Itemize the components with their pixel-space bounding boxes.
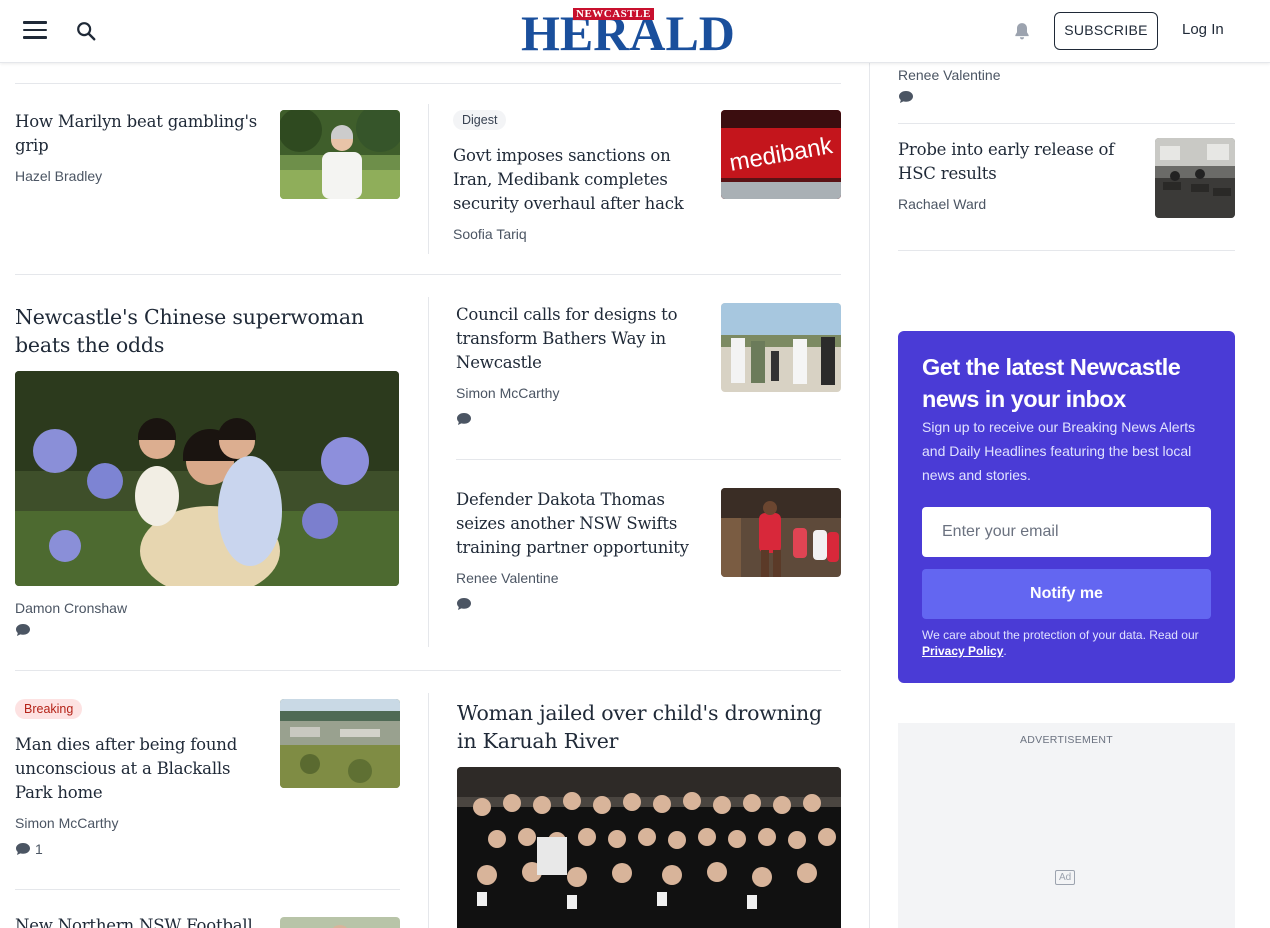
article-headline[interactable]: Govt imposes sanctions on Iran, Medibank… xyxy=(453,144,698,216)
article-image[interactable] xyxy=(280,699,400,788)
advertisement[interactable]: ADVERTISEMENT Ad xyxy=(898,723,1235,928)
divider xyxy=(428,104,429,254)
divider xyxy=(428,693,429,928)
logo-top-text: NEWCASTLE xyxy=(573,8,654,20)
article-headline[interactable]: How Marilyn beat gambling's grip xyxy=(15,110,265,158)
privacy-notice: We care about the protection of your dat… xyxy=(922,627,1212,659)
article-image[interactable] xyxy=(721,488,841,577)
divider xyxy=(15,83,841,84)
article-byline: Soofia Tariq xyxy=(453,226,527,242)
article-byline: Renee Valentine xyxy=(456,570,559,586)
article-headline[interactable]: Probe into early release of HSC results xyxy=(898,138,1138,186)
article-byline: Damon Cronshaw xyxy=(15,600,128,616)
newsletter-title: Get the latest Newcastle news in your in… xyxy=(922,354,1181,412)
divider xyxy=(428,297,429,647)
divider xyxy=(869,63,870,928)
newsletter-signup: Get the latest Newcastle news in your in… xyxy=(898,331,1235,683)
article-image[interactable] xyxy=(280,917,400,928)
comment-icon[interactable] xyxy=(15,623,31,637)
article-headline[interactable]: Man dies after being found unconscious a… xyxy=(15,733,260,805)
ad-badge: Ad xyxy=(1055,870,1076,885)
article-byline: Simon McCarthy xyxy=(456,385,560,401)
article-headline[interactable]: Council calls for designs to transform B… xyxy=(456,303,701,375)
article-byline: Renee Valentine xyxy=(898,67,1001,83)
breaking-tag: Breaking xyxy=(15,699,83,719)
article-image[interactable]: medibank xyxy=(721,110,841,199)
article-card[interactable]: Govt imposes sanctions on Iran, Medibank… xyxy=(453,144,698,242)
divider xyxy=(456,459,841,460)
notify-me-button[interactable]: Notify me xyxy=(922,569,1211,619)
digest-tag: Digest xyxy=(453,110,507,130)
divider xyxy=(898,123,1235,124)
article-byline: Simon McCarthy xyxy=(15,815,119,831)
subscribe-button[interactable]: SUBSCRIBE xyxy=(1054,12,1158,50)
article-headline[interactable]: New Northern NSW Football xyxy=(15,914,260,928)
article-image[interactable] xyxy=(280,110,400,199)
article-image[interactable] xyxy=(15,371,399,586)
comment-icon[interactable] xyxy=(898,90,914,104)
article-card[interactable]: Woman jailed over child's drowning in Ka… xyxy=(457,699,841,755)
site-logo[interactable]: HERALD NEWCASTLE xyxy=(521,6,735,58)
article-card[interactable]: How Marilyn beat gambling's grip Hazel B… xyxy=(15,110,265,184)
article-headline[interactable]: Newcastle's Chinese superwoman beats the… xyxy=(15,303,399,359)
article-card[interactable]: New Northern NSW Football xyxy=(15,914,260,928)
comment-count[interactable]: 1 xyxy=(35,841,43,857)
privacy-end: . xyxy=(1003,644,1007,658)
privacy-policy-link[interactable]: Privacy Policy xyxy=(922,644,1003,658)
menu-icon[interactable] xyxy=(23,21,47,39)
bell-icon[interactable] xyxy=(1012,21,1032,41)
privacy-text: We care about the protection of your dat… xyxy=(922,628,1199,642)
login-link[interactable]: Log In xyxy=(1182,21,1224,38)
divider xyxy=(15,274,841,275)
divider xyxy=(15,670,841,671)
comment-icon[interactable] xyxy=(456,597,472,611)
comment-icon[interactable] xyxy=(15,842,31,856)
comment-icon[interactable] xyxy=(456,412,472,426)
article-image[interactable] xyxy=(1155,138,1235,218)
article-card[interactable]: Man dies after being found unconscious a… xyxy=(15,733,260,831)
article-card[interactable]: Newcastle's Chinese superwoman beats the… xyxy=(15,303,399,359)
article-card[interactable]: Defender Dakota Thomas seizes another NS… xyxy=(456,488,701,586)
newsletter-description: Sign up to receive our Breaking News Ale… xyxy=(922,419,1196,483)
ad-label: ADVERTISEMENT xyxy=(1020,734,1113,746)
search-icon[interactable] xyxy=(75,20,97,42)
article-headline[interactable]: Woman jailed over child's drowning in Ka… xyxy=(457,699,841,755)
article-card[interactable]: Probe into early release of HSC results … xyxy=(898,138,1138,212)
article-byline: Rachael Ward xyxy=(898,196,987,212)
article-image[interactable] xyxy=(457,767,841,928)
article-headline[interactable]: Defender Dakota Thomas seizes another NS… xyxy=(456,488,701,560)
article-image[interactable] xyxy=(721,303,841,392)
email-field[interactable] xyxy=(922,507,1211,557)
article-card[interactable]: Council calls for designs to transform B… xyxy=(456,303,701,401)
divider xyxy=(15,889,400,890)
divider xyxy=(898,250,1235,251)
site-header: HERALD NEWCASTLE SUBSCRIBE Log In xyxy=(0,0,1270,63)
article-byline: Hazel Bradley xyxy=(15,168,103,184)
